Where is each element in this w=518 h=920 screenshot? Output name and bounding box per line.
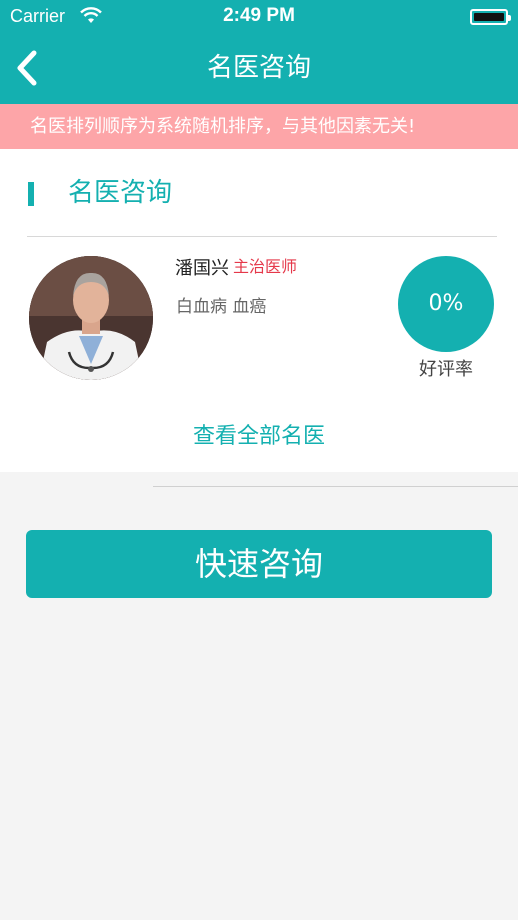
doctor-specialties: 白血病 血癌 [176,297,267,317]
quick-consult-button[interactable]: 快速咨询 [26,530,492,598]
view-all-doctors-link[interactable]: 查看全部名医 [0,417,518,457]
doctor-title: 主治医师 [233,257,298,276]
doctor-name: 潘国兴 [175,258,229,279]
status-bar: Carrier 2:49 PM [0,0,518,34]
notice-banner: 名医排列顺序为系统随机排序，与其他因素无关! [0,104,518,149]
rating-label: 好评率 [419,359,473,380]
rating-badge: 0% [398,256,494,352]
navigation-bar: Carrier 2:49 PM 名医咨询 [0,0,518,104]
doctor-avatar [29,256,153,380]
page-title: 名医咨询 [206,53,311,83]
battery-icon [470,9,511,25]
section-title: 名医咨询 [68,178,173,208]
doctor-list-item[interactable]: 潘国兴 主治医师 白血病 血癌 0% 好评率 [0,237,518,487]
doctor-card: 名医咨询 潘国兴 主治医师 白血病 血癌 0% 好评率 查看全部名医 [0,149,518,487]
status-time: 2:49 PM [223,5,295,26]
section-accent-bar [28,182,34,206]
divider [153,486,518,487]
